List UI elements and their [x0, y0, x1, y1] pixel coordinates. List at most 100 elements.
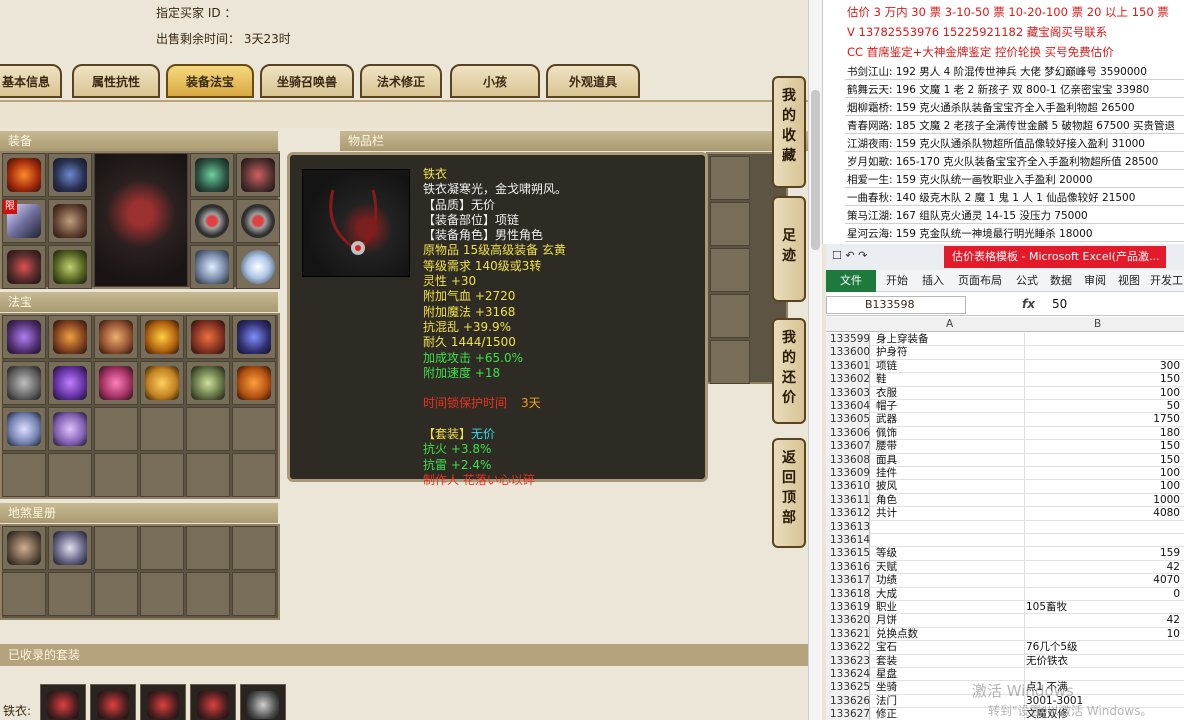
back-to-top-button[interactable]: 返回顶部	[772, 438, 806, 548]
fabao-slot-empty[interactable]	[232, 453, 276, 497]
cell-b[interactable]: 180	[1026, 427, 1180, 440]
suit-piece-slot[interactable]	[90, 684, 136, 720]
row-number[interactable]: 133601	[826, 359, 870, 374]
cell-a[interactable]: 帽子	[876, 400, 1026, 413]
equip-slot-cape[interactable]	[190, 245, 234, 289]
cell-a[interactable]: 职业	[876, 601, 1026, 614]
fabao-slot[interactable]	[232, 315, 276, 359]
fabao-slot-empty[interactable]	[2, 453, 46, 497]
tab-equipment[interactable]: 装备法宝	[166, 64, 254, 98]
row-number[interactable]: 133607	[826, 440, 870, 454]
ribbon-tab-formulas[interactable]: 公式	[1016, 270, 1038, 292]
row-number[interactable]: 133620	[826, 614, 870, 628]
cell-b[interactable]: 4070	[1026, 574, 1180, 587]
fabao-slot-empty[interactable]	[186, 453, 230, 497]
cell-b[interactable]: 42	[1026, 614, 1180, 627]
cell-a[interactable]: 天赋	[876, 561, 1026, 574]
cell-b[interactable]: 159	[1026, 547, 1180, 560]
ribbon-tab-data[interactable]: 数据	[1050, 270, 1072, 292]
cell-a[interactable]: 身上穿装备	[876, 333, 1026, 346]
row-number[interactable]: 133600	[826, 346, 870, 360]
fabao-slot-empty[interactable]	[140, 453, 184, 497]
cell-a[interactable]: 武器	[876, 413, 1026, 426]
star-book-slot-empty[interactable]	[186, 526, 230, 570]
cell-a[interactable]: 佩饰	[876, 427, 1026, 440]
page-scrollbar[interactable]	[808, 0, 822, 720]
fx-icon[interactable]: fx	[1022, 297, 1035, 311]
row-number[interactable]: 133626	[826, 694, 870, 709]
row-number[interactable]: 133604	[826, 400, 870, 414]
fabao-slot[interactable]	[94, 361, 138, 405]
star-book-slot-empty[interactable]	[48, 572, 92, 616]
itembar-slot[interactable]	[710, 156, 750, 200]
fabao-slot[interactable]	[2, 315, 46, 359]
cell-a[interactable]: 项链	[876, 360, 1026, 373]
cell-a[interactable]: 鞋	[876, 373, 1026, 386]
equip-slot-shoes[interactable]	[48, 245, 92, 289]
cell-a[interactable]: 宝石	[876, 641, 1026, 654]
fabao-slot[interactable]	[186, 315, 230, 359]
suit-piece-slot[interactable]	[240, 684, 286, 720]
fabao-slot[interactable]	[2, 407, 46, 451]
cell-a[interactable]: 大成	[876, 588, 1026, 601]
row-number[interactable]: 133606	[826, 426, 870, 441]
cell-b[interactable]: 300	[1026, 360, 1180, 373]
cell-b[interactable]: 100	[1026, 480, 1180, 493]
star-book-slot[interactable]	[2, 526, 46, 570]
itembar-slot[interactable]	[710, 202, 750, 246]
row-number[interactable]: 133605	[826, 413, 870, 427]
quick-access-toolbar[interactable]: ☐ ↶ ↷	[832, 249, 867, 262]
cell-a[interactable]: 兑换点数	[876, 628, 1026, 641]
row-number[interactable]: 133610	[826, 480, 870, 494]
row-number[interactable]: 133624	[826, 668, 870, 682]
equip-slot-helmet[interactable]	[2, 153, 46, 197]
ribbon-tab-insert[interactable]: 插入	[922, 270, 944, 292]
row-number[interactable]: 133613	[826, 520, 870, 534]
tab-appearance[interactable]: 外观道具	[546, 64, 640, 98]
footprints-button[interactable]: 足迹	[772, 196, 806, 302]
fabao-slot[interactable]	[48, 315, 92, 359]
cell-b[interactable]: 76几个5级	[1026, 641, 1180, 654]
cell-a[interactable]: 披风	[876, 480, 1026, 493]
scrollbar-thumb[interactable]	[811, 90, 820, 250]
row-number[interactable]: 133602	[826, 373, 870, 387]
cell-b[interactable]: 100	[1026, 387, 1180, 400]
itembar-slot[interactable]	[710, 340, 750, 384]
row-number[interactable]: 133599	[826, 333, 870, 347]
fabao-slot[interactable]	[48, 407, 92, 451]
row-number[interactable]: 133614	[826, 534, 870, 548]
tab-spell-correction[interactable]: 法术修正	[360, 64, 442, 98]
cell-a[interactable]: 套装	[876, 655, 1026, 668]
cell-a[interactable]: 腰带	[876, 440, 1026, 453]
cell-b[interactable]: 150	[1026, 454, 1180, 467]
cell-a[interactable]: 月饼	[876, 614, 1026, 627]
ribbon-tab-developer[interactable]: 开发工	[1150, 270, 1183, 292]
cell-b[interactable]: 1000	[1026, 494, 1180, 507]
star-book-slot-empty[interactable]	[232, 572, 276, 616]
cell-a[interactable]: 护身符	[876, 346, 1026, 359]
row-number[interactable]: 133622	[826, 641, 870, 655]
cell-b[interactable]: 50	[1026, 400, 1180, 413]
tab-mounts-pets[interactable]: 坐骑召唤兽	[260, 64, 354, 98]
row-number[interactable]: 133603	[826, 386, 870, 400]
cell-b[interactable]: 100	[1026, 467, 1180, 480]
cell-b[interactable]: 无价铁衣	[1026, 655, 1180, 668]
suit-piece-slot[interactable]	[190, 684, 236, 720]
row-number[interactable]: 133609	[826, 467, 870, 481]
column-a-header[interactable]: A	[946, 318, 953, 330]
fabao-slot[interactable]	[140, 315, 184, 359]
ribbon-tab-file[interactable]: 文件	[826, 270, 876, 292]
fabao-slot[interactable]	[232, 361, 276, 405]
star-book-slot-empty[interactable]	[140, 572, 184, 616]
equip-slot-pendant[interactable]	[236, 153, 280, 197]
ribbon-tab-view[interactable]: 视图	[1118, 270, 1140, 292]
cell-a[interactable]: 等级	[876, 547, 1026, 560]
fabao-slot-empty[interactable]	[140, 407, 184, 451]
tab-resistance[interactable]: 属性抗性	[72, 64, 160, 98]
cell-a[interactable]: 角色	[876, 494, 1026, 507]
my-counter-offer-button[interactable]: 我的还价	[772, 318, 806, 424]
row-number[interactable]: 133627	[826, 708, 870, 720]
fabao-slot[interactable]	[2, 361, 46, 405]
fabao-slot[interactable]	[94, 315, 138, 359]
cell-a[interactable]: 共计	[876, 507, 1026, 520]
